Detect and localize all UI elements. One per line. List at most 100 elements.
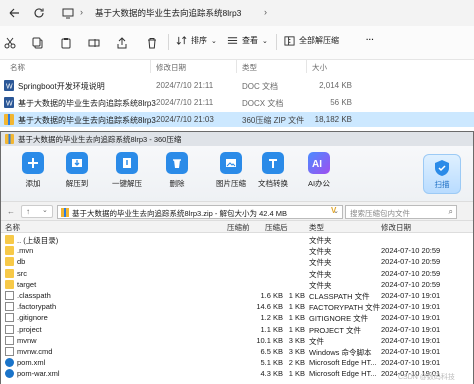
ai-office-button[interactable]: AI AI办公 [299,152,339,189]
computer-icon [62,7,74,21]
search-placeholder: 搜索压缩包内文件 [350,209,410,218]
archive-row[interactable]: .mvn 文件夹 2024-07-10 20:59 [1,245,473,256]
file-name: Springboot开发环境说明 [18,82,105,91]
sort-button[interactable]: 排序 ⌄ [176,35,217,46]
entry-compressed-size: 2 KB [288,358,305,368]
scan-button[interactable]: 扫描 [423,154,461,194]
share-icon[interactable] [116,37,128,51]
entry-name: target [17,279,37,289]
archive-row[interactable]: .gitignore 1.2 KB 1 KB GITIGNORE 文件 2024-07-… [1,312,473,323]
extract-to-button[interactable]: 解压到 [57,152,97,189]
entry-modified: 2024-07-10 19:01 [381,358,441,368]
entry-name: mvnw [17,335,37,345]
explorer-titlebar: › 基于大数据的毕业生去向追踪系统8lrp3 › [0,0,474,26]
rename-icon[interactable] [88,37,100,51]
chevron-down-icon: ⌄ [42,207,48,214]
extract-all-button[interactable]: 全部解压缩 [284,35,339,46]
extract-all-label: 全部解压缩 [299,36,339,45]
nav-dropdown[interactable]: ↑ ⌄ [21,205,53,218]
file-row[interactable]: W Springboot开发环境说明 2024/7/10 21:11 DOC 文… [0,78,474,93]
entry-original-size: 4.3 KB [260,369,283,379]
paste-icon[interactable] [60,37,72,51]
path-field[interactable]: 基于大数据的毕业生去向追踪系统8lrp3.zip - 解包大小为 42.4 MB… [57,205,343,219]
entry-compressed-size: 1 KB [288,291,305,300]
column-name[interactable]: 名称 [10,62,25,73]
screen: › 基于大数据的毕业生去向追踪系统8lrp3 › 排序 ⌄ 查看 ⌄ 全部解压缩… [0,0,474,384]
add-button[interactable]: 添加 [13,152,53,189]
favorite-v-icon[interactable]: V [331,206,336,215]
entry-type: Microsoft Edge HT... [309,369,377,379]
archive-row[interactable]: .project 1.1 KB 1 KB PROJECT 文件 2024-07-10 1… [1,324,473,335]
archive-search-input[interactable]: 搜索压缩包内文件 ⌕ [345,205,457,219]
file-modified: 2024/7/10 21:03 [156,115,214,124]
column-type[interactable]: 类型 [309,222,324,233]
breadcrumb-chevron-icon[interactable]: › [264,7,267,17]
one-click-extract-button[interactable]: 一键解压 [107,152,147,189]
archive-row[interactable]: .. (上级目录) 文件夹 [1,234,473,245]
archive-row[interactable]: src 文件夹 2024-07-10 20:59 [1,268,473,279]
doc-convert-label: 文档转换 [258,179,288,188]
file-size: 2,014 KB [319,81,352,90]
file-icon [5,302,14,312]
add-label: 添加 [25,179,41,188]
view-button[interactable]: 查看 ⌄ [227,35,268,46]
back-arrow-icon[interactable] [8,7,20,21]
word-doc-icon: W [4,80,14,91]
refresh-icon[interactable] [33,7,45,21]
back-arrow-icon[interactable]: ← [7,207,15,216]
archive-row[interactable]: db 文件夹 2024-07-10 20:59 [1,256,473,267]
entry-modified: 2024-07-10 20:59 [381,246,441,256]
archive-row[interactable]: target 文件夹 2024-07-10 20:59 [1,279,473,290]
entry-modified: 2024-07-10 19:01 [381,313,441,323]
file-icon [5,347,14,356]
cut-icon[interactable] [4,37,16,51]
column-type[interactable]: 类型 [242,62,257,73]
search-icon[interactable]: ⌕ [449,207,453,217]
copy-icon[interactable] [32,37,44,51]
entry-original-size: 5.1 KB [260,358,283,368]
entry-type: Microsoft Edge HT... [309,358,377,368]
column-modified[interactable]: 修改日期 [156,62,186,73]
archive-row[interactable]: mvnw.cmd 6.5 KB 3 KB Windows 命令脚本 2024-07-10… [1,346,473,357]
image-compress-label: 图片压缩 [216,179,246,188]
watermark: CSDN @数码科技 [398,374,455,381]
file-size: 56 KB [330,98,352,107]
column-original-size[interactable]: 压缩前 [227,222,250,233]
explorer-title[interactable]: 基于大数据的毕业生去向追踪系统8lrp3 [95,7,241,19]
entry-name: mvnw.cmd [17,347,53,356]
more-options-button[interactable]: ··· [366,35,374,44]
column-name[interactable]: 名称 [5,222,20,233]
delete-button[interactable]: 删除 [157,152,197,189]
file-icon [5,291,14,300]
column-divider[interactable] [306,60,307,73]
svg-text:W: W [6,84,13,91]
file-type: DOC 文档 [242,82,278,91]
extract-to-label: 解压到 [65,179,89,188]
file-row[interactable]: W 基于大数据的毕业生去向追踪系统8lrp3 2024/7/10 21:11 D… [0,95,474,110]
doc-convert-button[interactable]: 文档转换 [253,152,293,189]
archive-row[interactable]: .factorypath 14.6 KB 1 KB FACTORYPATH 文件 202… [1,301,473,312]
file-row-selected[interactable]: 基于大数据的毕业生去向追踪系统8lrp3 2024/7/10 21:03 360… [0,112,474,127]
column-compressed-size[interactable]: 压缩后 [265,222,288,233]
folder-icon [5,279,14,289]
entry-modified: 2024-07-10 19:01 [381,291,441,300]
image-compress-button[interactable]: 图片压缩 [211,152,251,189]
svg-text:W: W [6,101,13,108]
entry-compressed-size: 1 KB [288,302,305,312]
ai-office-label: AI办公 [307,179,331,188]
archive-row[interactable]: .classpath 1.6 KB 1 KB CLASSPATH 文件 2024-07-… [1,290,473,301]
entry-name: .mvn [17,246,34,256]
entry-original-size: 1.2 KB [260,313,283,323]
entry-name: src [17,268,27,278]
column-divider[interactable] [150,60,151,73]
folder-icon [5,268,14,278]
edge-browser-icon [5,369,14,379]
column-modified[interactable]: 修改日期 [381,222,411,233]
archive-row[interactable]: pom.xml 5.1 KB 2 KB Microsoft Edge HT... 202… [1,357,473,368]
column-size[interactable]: 大小 [312,62,327,73]
archive-row[interactable]: mvnw 10.1 KB 3 KB 文件 2024-07-10 19:01 [1,335,473,346]
zip-toolbar: 添加 解压到 一键解压 删除 图片压缩 文档转换 AI AI办公 扫描 [1,146,473,201]
file-name: 基于大数据的毕业生去向追踪系统8lrp3 [18,116,156,125]
column-divider[interactable] [236,60,237,73]
delete-icon[interactable] [146,37,158,51]
